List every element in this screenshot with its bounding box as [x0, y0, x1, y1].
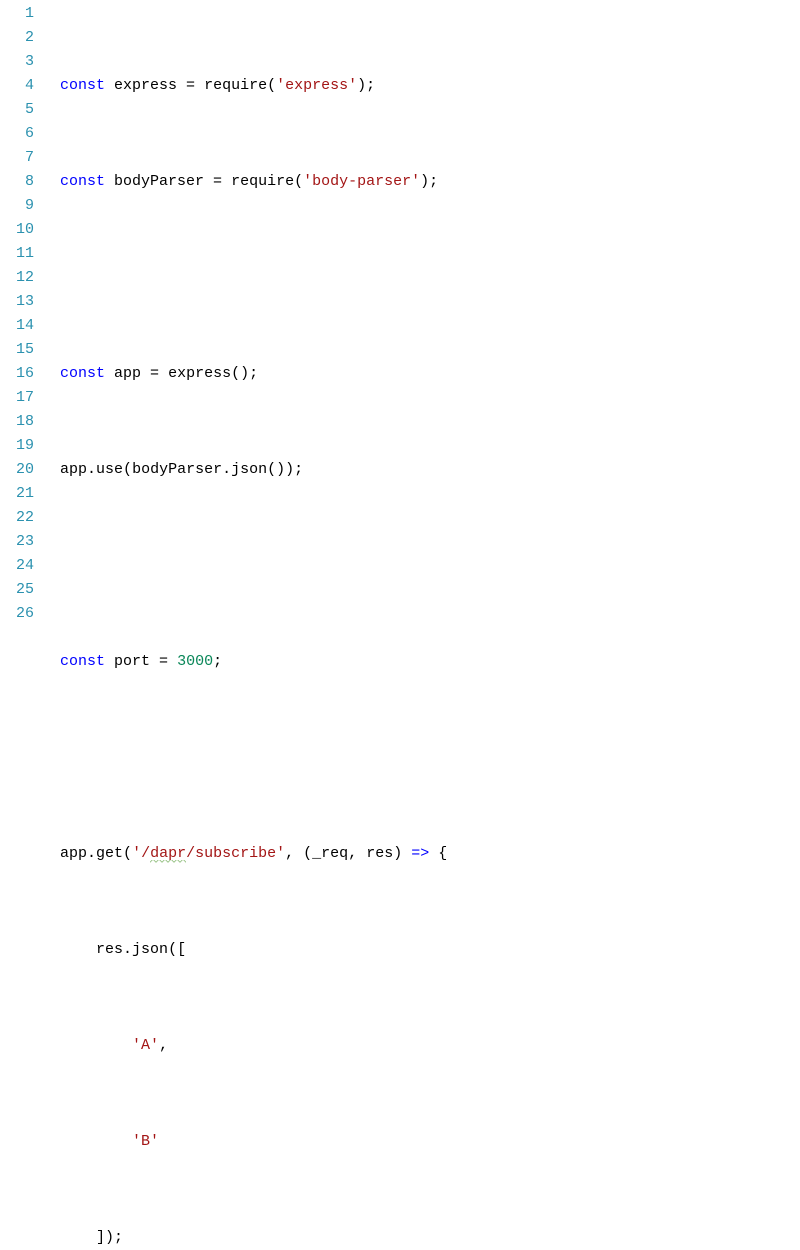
line-number: 6	[0, 122, 34, 146]
line-number: 19	[0, 434, 34, 458]
code-line[interactable]: const app = express();	[60, 362, 800, 386]
code-line[interactable]: ]);	[60, 1226, 800, 1250]
line-number: 21	[0, 482, 34, 506]
line-number: 8	[0, 170, 34, 194]
line-number: 15	[0, 338, 34, 362]
code-line[interactable]: 'A',	[60, 1034, 800, 1058]
line-number: 10	[0, 218, 34, 242]
line-number: 4	[0, 74, 34, 98]
line-number: 20	[0, 458, 34, 482]
line-number: 22	[0, 506, 34, 530]
line-number-gutter: 1 2 3 4 5 6 7 8 9 10 11 12 13 14 15 16 1…	[0, 2, 42, 1250]
line-number: 18	[0, 410, 34, 434]
code-area[interactable]: const express = require('express'); cons…	[42, 2, 800, 1250]
line-number: 16	[0, 362, 34, 386]
line-number: 24	[0, 554, 34, 578]
line-number: 11	[0, 242, 34, 266]
code-line[interactable]	[60, 554, 800, 578]
line-number: 23	[0, 530, 34, 554]
code-editor[interactable]: 1 2 3 4 5 6 7 8 9 10 11 12 13 14 15 16 1…	[0, 0, 800, 1250]
code-line[interactable]: app.use(bodyParser.json());	[60, 458, 800, 482]
line-number: 12	[0, 266, 34, 290]
code-line[interactable]	[60, 746, 800, 770]
code-line[interactable]: 'B'	[60, 1130, 800, 1154]
code-line[interactable]: res.json([	[60, 938, 800, 962]
line-number: 7	[0, 146, 34, 170]
line-number: 17	[0, 386, 34, 410]
line-number: 9	[0, 194, 34, 218]
code-line[interactable]	[60, 266, 800, 290]
line-number: 1	[0, 2, 34, 26]
line-number: 5	[0, 98, 34, 122]
code-line[interactable]: const bodyParser = require('body-parser'…	[60, 170, 800, 194]
code-line[interactable]: const port = 3000;	[60, 650, 800, 674]
code-line[interactable]: const express = require('express');	[60, 74, 800, 98]
line-number: 13	[0, 290, 34, 314]
spell-squiggle: dapr	[150, 845, 186, 863]
line-number: 26	[0, 602, 34, 626]
line-number: 2	[0, 26, 34, 50]
code-line[interactable]: app.get('/dapr/subscribe', (_req, res) =…	[60, 842, 800, 866]
line-number: 25	[0, 578, 34, 602]
line-number: 14	[0, 314, 34, 338]
line-number: 3	[0, 50, 34, 74]
